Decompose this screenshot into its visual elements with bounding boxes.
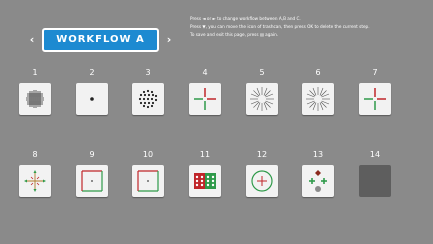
slot-tile-7[interactable] (359, 83, 391, 115)
workflow-title[interactable]: WORKFLOW A (42, 28, 159, 52)
slot-tile-5[interactable] (246, 83, 278, 115)
instructions: Press ◄ or ► to change workflow between … (190, 15, 430, 39)
slot-number-3: 3 (145, 68, 151, 77)
next-workflow-arrow[interactable]: › (163, 33, 175, 47)
color-dots-grid-icon (194, 173, 216, 189)
center-dot-icon (90, 97, 94, 101)
slot-tile-8[interactable] (19, 165, 51, 197)
four-color-test-icon (309, 170, 327, 192)
slot-number-1: 1 (32, 68, 38, 77)
slot-number-8: 8 (32, 150, 38, 159)
slot-tile-10[interactable] (132, 165, 164, 197)
slot-tile-2[interactable] (76, 83, 108, 115)
slot-tile-12[interactable] (246, 165, 278, 197)
slot-tile-11[interactable] (189, 165, 221, 197)
instruction-line-3: To save and exit this page, press ▤ agai… (190, 32, 279, 37)
slot-number-14: 14 (369, 150, 381, 159)
crosshair-circle-icon (251, 170, 273, 192)
slot-tile-9[interactable] (76, 165, 108, 197)
workflow-screen: ‹ WORKFLOW A › Press ◄ or ► to change wo… (0, 0, 433, 244)
slot-tile-3[interactable] (132, 83, 164, 115)
dot-circle-pattern-icon (138, 89, 158, 109)
radial-burst-icon (306, 87, 330, 111)
slot-tile-13[interactable] (302, 165, 334, 197)
slot-number-7: 7 (372, 68, 378, 77)
slot-number-11: 11 (199, 150, 211, 159)
slot-tile-4[interactable] (189, 83, 221, 115)
instruction-line-2: Press ▼, you can move the icon of trashc… (190, 24, 370, 29)
instruction-line-1: Press ◄ or ► to change workflow between … (190, 16, 301, 21)
slot-tile-1[interactable] (19, 83, 51, 115)
slot-number-2: 2 (89, 68, 95, 77)
red-green-cross-icon (364, 88, 386, 110)
red-green-square-icon (137, 170, 159, 192)
cross-grid-icon (26, 90, 44, 108)
slot-tile-14-empty[interactable] (359, 165, 391, 197)
radial-burst-icon (250, 87, 274, 111)
slot-number-6: 6 (315, 68, 321, 77)
slot-tile-6[interactable] (302, 83, 334, 115)
four-point-cross-icon (24, 170, 46, 192)
slot-number-13: 13 (312, 150, 324, 159)
slot-number-4: 4 (202, 68, 208, 77)
prev-workflow-arrow[interactable]: ‹ (26, 33, 38, 47)
red-green-square-icon (81, 170, 103, 192)
red-green-cross-icon (194, 88, 216, 110)
slot-number-9: 9 (89, 150, 95, 159)
slot-number-5: 5 (259, 68, 265, 77)
slot-number-10: 10 (142, 150, 154, 159)
slot-number-12: 12 (256, 150, 268, 159)
